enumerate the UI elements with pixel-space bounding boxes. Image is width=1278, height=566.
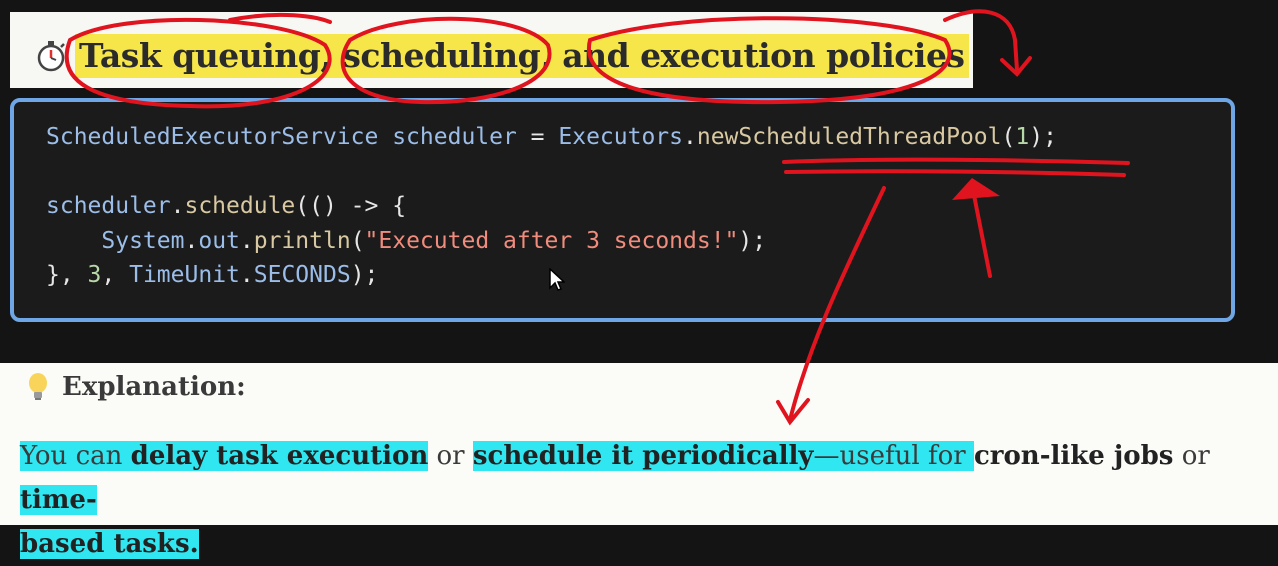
code-block: ScheduledExecutorService scheduler = Exe… — [10, 98, 1235, 322]
page-title: Task queuing, scheduling, and execution … — [75, 34, 969, 78]
code-token: out — [198, 227, 240, 254]
code-token: scheduler — [392, 124, 517, 150]
code-token: System — [101, 227, 185, 254]
text-span: —useful for — [813, 441, 974, 471]
code-token: , — [101, 262, 130, 288]
code-token: . — [184, 227, 199, 254]
code-token: SECONDS — [253, 262, 351, 288]
stopwatch-icon — [37, 41, 65, 72]
explanation-text: You can delay task execution or schedule… — [20, 434, 1270, 566]
code-token: . — [683, 124, 697, 150]
code-token: . — [239, 227, 254, 254]
annotation-arrow — [1000, 56, 1032, 77]
code-token: }, — [46, 262, 88, 288]
text-span-bold: based tasks. — [20, 529, 199, 559]
code-token: = — [516, 124, 559, 150]
text-span-bold: cron-like jobs — [973, 441, 1174, 471]
code-token: ( — [350, 227, 365, 254]
text-span-bold: delay task execution — [130, 441, 429, 471]
text-span-bold: time- — [20, 485, 97, 515]
code-token: ( — [1001, 124, 1016, 150]
code-token: println — [253, 227, 351, 254]
text-span: You can — [20, 441, 131, 471]
text-span: or — [428, 441, 473, 471]
code-token: Executors — [558, 124, 683, 150]
code-token: "Executed after 3 seconds!" — [364, 227, 739, 254]
explanation-heading: Explanation: — [26, 372, 246, 402]
code-text: ScheduledExecutorService scheduler = Exe… — [46, 120, 1057, 293]
code-token: 1 — [1015, 124, 1030, 150]
code-token: ScheduledExecutorService — [46, 124, 379, 150]
code-token: ); — [1029, 124, 1057, 150]
mouse-cursor-icon — [549, 268, 565, 291]
code-token: scheduler — [46, 193, 171, 219]
text-span: or — [1173, 441, 1210, 471]
code-token: ); — [738, 227, 767, 254]
code-token: ); — [350, 262, 379, 288]
code-token: 3 — [87, 262, 102, 288]
lightbulb-icon — [29, 373, 47, 400]
code-token: newScheduledThreadPool — [696, 124, 1002, 150]
heading: Task queuing, scheduling, and execution … — [33, 34, 969, 78]
code-token: (() -> { — [295, 193, 407, 219]
code-token: TimeUnit — [129, 262, 240, 288]
code-token: schedule — [184, 193, 296, 219]
code-token: . — [170, 193, 185, 219]
explanation-title: Explanation: — [62, 372, 246, 402]
code-token: . — [239, 262, 254, 288]
text-span-bold: schedule it periodically — [472, 441, 814, 471]
